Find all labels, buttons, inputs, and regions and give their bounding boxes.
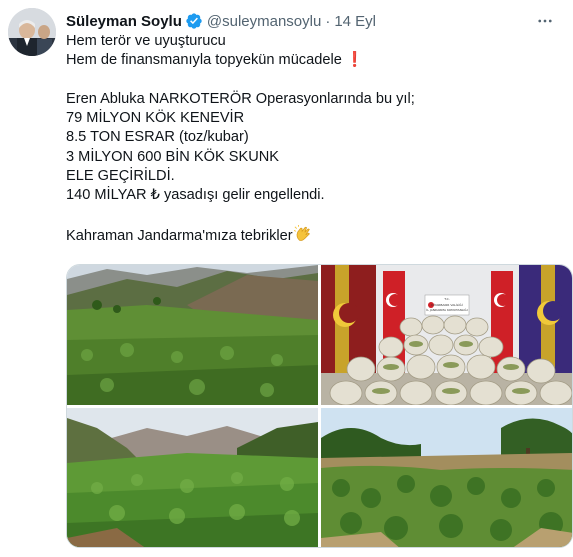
banner-text: T.C. [443,297,450,301]
tweet-line: 3 MİLYON 600 BİN KÖK SKUNK [66,148,280,165]
verified-badge-icon [185,12,203,30]
author-handle[interactable]: @suleymansoylu [207,13,321,30]
tweet-line: ELE GEÇİRİLDİ. [66,168,175,185]
tweet-line-text: Hem de finansmanıyla topyekün mücadele [66,52,342,69]
clapping-hands-icon [293,224,312,243]
tweet-line: Kahraman Jandarma'mıza tebrikler [66,224,561,244]
photo-cannabis-field-1[interactable] [67,265,318,405]
tweet-header: Süleyman Soylu @suleymansoylu · 14 Eyl [66,10,563,32]
avatar[interactable] [8,8,56,56]
tweet-line-text: Kahraman Jandarma'mıza tebrikler [66,227,293,244]
tweet-line: 8.5 TON ESRAR (toz/kubar) [66,129,249,146]
tweet-line: 79 MİLYON KÖK KENEVİR [66,110,245,127]
banner-text: DİYARBAKIR VALİLİĞİ [431,302,462,307]
tweet-line: Hem terör ve uyuşturucu [66,33,226,49]
media-grid: T.C. DİYARBAKIR VALİLİĞİ İL JANDARMA KOM… [66,264,573,548]
photo-cannabis-field-2[interactable] [67,408,318,547]
tweet-line: 140 MİLYAR ₺ yasadışı gelir engellendi. [66,187,325,204]
more-options-icon[interactable] [531,10,559,32]
banner-text: İL JANDARMA KOMUTANLIĞI [426,307,467,312]
separator-dot: · [325,12,331,30]
tweet-date[interactable]: 14 Eyl [334,13,376,30]
avatar-photo [8,8,56,56]
photo-seized-sacks[interactable]: T.C. DİYARBAKIR VALİLİĞİ İL JANDARMA KOM… [321,265,572,405]
tweet-line: Eren Abluka NARKOTERÖR Operasyonlarında … [66,90,415,107]
tweet-text: Hem terör ve uyuşturucu Hem de finansman… [66,32,561,244]
tweet[interactable]: Süleyman Soylu @suleymansoylu · 14 Eyl H… [0,0,573,557]
photo-cannabis-plants-trees[interactable] [321,408,572,547]
exclamation-emoji: ❗ [345,52,365,69]
tweet-line: Hem de finansmanıyla topyekün mücadele ❗ [66,51,561,70]
author-name[interactable]: Süleyman Soylu [66,13,182,30]
